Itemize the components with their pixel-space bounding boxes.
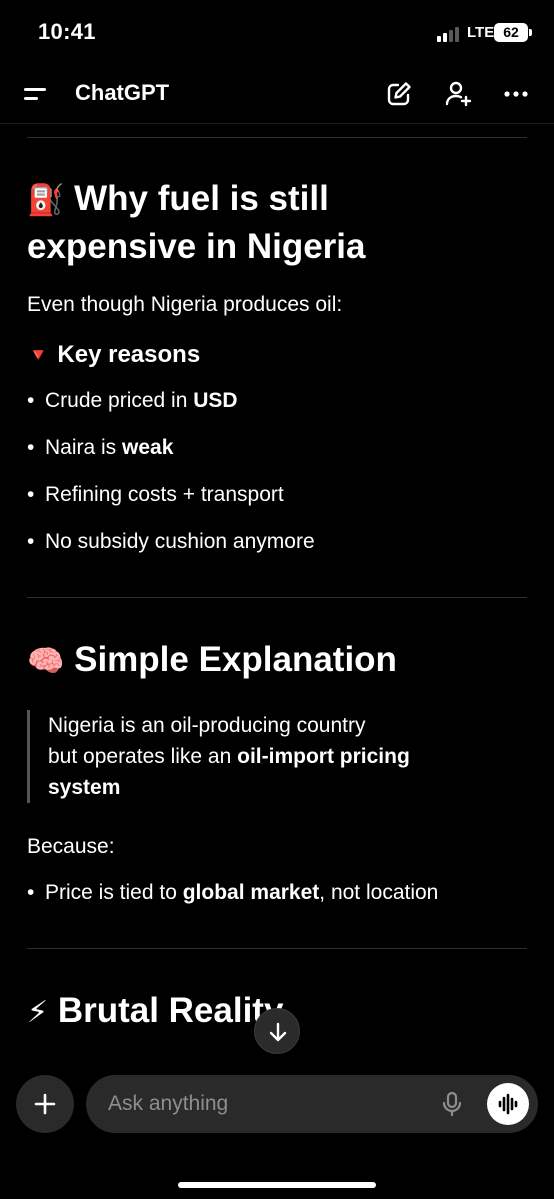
- add-attachment-button[interactable]: [16, 1075, 74, 1133]
- battery-nub: [529, 29, 532, 36]
- microphone-icon[interactable]: [438, 1090, 466, 1118]
- status-time: 10:41: [38, 19, 96, 44]
- blockquote: Nigeria is an oil-producing country but …: [27, 710, 527, 804]
- scroll-down-button[interactable]: [254, 1008, 300, 1054]
- message-input[interactable]: [108, 1089, 428, 1119]
- menu-icon[interactable]: [24, 84, 50, 106]
- list-item: Price is tied to global market, not loca…: [27, 877, 527, 908]
- red-triangle-icon: 🔻: [27, 345, 50, 366]
- waveform-icon: [498, 1093, 518, 1115]
- section-intro: Even though Nigeria produces oil:: [27, 292, 343, 316]
- key-reasons-heading: 🔻 Key reasons: [27, 339, 527, 372]
- chat-screen: 10:41 LTE 62 ChatGPT ⛽ Why fuel is still…: [0, 0, 554, 1199]
- more-icon[interactable]: [500, 78, 532, 110]
- divider: [27, 948, 527, 950]
- battery-icon: 62: [494, 23, 528, 42]
- explanation-list: Price is tied to global market, not loca…: [27, 877, 527, 908]
- signal-icon: [437, 26, 463, 42]
- add-person-icon[interactable]: [442, 78, 474, 110]
- new-chat-icon[interactable]: [383, 78, 415, 110]
- section-heading-fuel: ⛽ Why fuel is still expensive in Nigeria: [27, 179, 366, 266]
- section-heading-explanation: 🧠 Simple Explanation: [27, 637, 527, 685]
- app-header: ChatGPT: [0, 64, 554, 124]
- network-type: LTE: [467, 24, 495, 41]
- fuel-pump-icon: ⛽: [27, 183, 65, 217]
- voice-mode-button[interactable]: [487, 1083, 529, 1125]
- divider: [27, 137, 527, 138]
- app-title: ChatGPT: [75, 80, 170, 105]
- divider: [27, 597, 527, 599]
- list-item: No subsidy cushion anymore: [27, 526, 527, 557]
- list-item: Refining costs + transport: [27, 479, 527, 510]
- lightning-icon: ⚡: [27, 995, 49, 1029]
- reasons-list: Crude priced in USD Naira is weak Refini…: [27, 385, 527, 557]
- composer-bar: [86, 1075, 538, 1133]
- brain-icon: 🧠: [27, 645, 65, 679]
- status-bar: 10:41 LTE 62: [0, 0, 554, 64]
- list-item: Naira is weak: [27, 432, 527, 463]
- arrow-down-icon: [269, 1022, 287, 1042]
- message-content: ⛽ Why fuel is still expensive in Nigeria…: [27, 124, 527, 1036]
- list-item: Crude priced in USD: [27, 385, 527, 416]
- home-indicator: [178, 1182, 376, 1188]
- because-text: Because:: [27, 835, 115, 859]
- plus-icon: [34, 1093, 56, 1115]
